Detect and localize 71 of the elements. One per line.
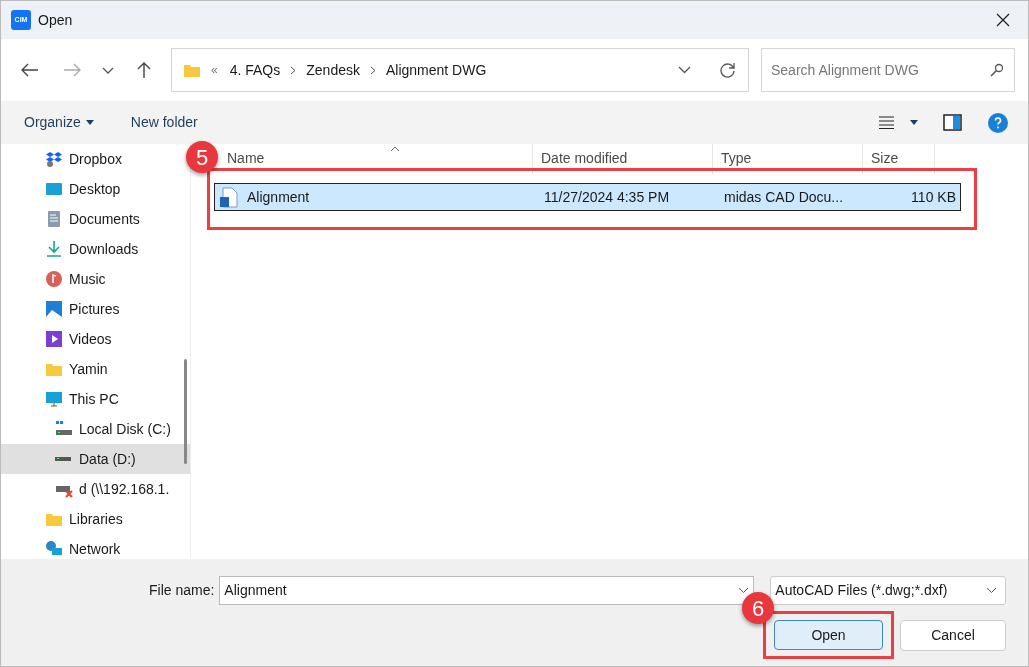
list-view-icon [879,116,894,129]
organize-button[interactable]: Organize [24,112,94,133]
sidebar-item[interactable]: This PC [1,384,190,414]
column-header[interactable]: Name [227,148,265,169]
sort-caret-icon [390,146,400,152]
desktop-icon [45,180,63,198]
forward-arrow-icon [63,63,81,77]
breadcrumb-item[interactable]: 4. FAQs [229,59,281,81]
caret-icon [85,120,94,125]
caret-icon [910,120,918,125]
search-icon [990,63,1004,77]
document-icon [45,210,63,228]
sidebar-item[interactable]: Desktop [1,174,190,204]
sidebar-item[interactable]: Videos [1,324,190,354]
drive-icon [55,457,71,461]
picture-icon [45,300,63,318]
chevron-down-icon [102,66,114,74]
scrollbar-thumb[interactable] [184,359,187,464]
drive-icon [55,420,73,438]
column-header[interactable]: Size [871,148,899,169]
monitor-icon [45,390,63,408]
back-arrow-icon [21,63,39,77]
view-options-button[interactable] [879,116,918,129]
step-badge: 6 [742,592,774,624]
file-name-label: File name: [149,580,215,600]
window-title: Open [38,10,73,30]
chevron-down-icon [678,66,691,74]
chevron-down-icon [738,586,750,594]
breadcrumb-item[interactable]: Alignment DWG [385,59,487,81]
date-modified: 11/27/2024 4:35 PM [543,187,671,207]
chevron-right-icon [369,65,376,75]
file-row[interactable]: Alignment 11/27/2024 4:35 PM midas CAD Docu... 110 KB [214,183,961,211]
sidebar-item[interactable]: Network [1,534,190,564]
close-icon [996,13,1010,27]
sidebar-item[interactable]: Documents [1,204,190,234]
step-badge: 5 [186,141,218,173]
sidebar-item[interactable]: Data (D:) [1,444,190,474]
file-name: Alignment [247,187,310,207]
sidebar-item[interactable]: Pictures [1,294,190,324]
breadcrumb-item[interactable]: Zendesk [306,59,360,81]
column-header[interactable]: Date modified [541,148,628,169]
address-bar[interactable]: « 4. FAQs Zendesk Alignment DWG [171,48,749,92]
file-type: midas CAD Docu... [723,187,845,207]
new-folder-button[interactable]: New folder [130,112,198,133]
up-arrow-icon [136,61,152,79]
refresh-icon [719,61,736,79]
file-size: 110 KB [910,187,957,207]
chevron-down-icon [986,586,997,594]
preview-pane-button[interactable] [943,114,962,131]
sidebar-item[interactable]: Local Disk (C:) [1,414,190,444]
chevron-right-icon [290,65,297,75]
file-name-field[interactable]: Alignment [219,575,755,605]
search-field[interactable]: Search Alignment DWG [761,48,1015,92]
help-button[interactable] [988,112,1008,133]
sidebar-item[interactable]: Yamin [1,354,190,384]
cad-file-icon [219,186,239,208]
column-header[interactable]: Type [721,148,752,169]
file-type-dropdown[interactable]: AutoCAD Files (*.dwg;*.dxf) [770,575,1006,605]
sidebar-item[interactable]: Downloads [1,234,190,264]
music-icon [45,270,63,288]
cancel-button[interactable]: Cancel [900,619,1006,651]
open-button[interactable]: Open [774,620,883,650]
sidebar-item[interactable]: Libraries [1,504,190,534]
preview-pane-icon [943,114,962,131]
network-icon [45,540,63,558]
download-icon [45,240,63,258]
sidebar-item[interactable]: Music [1,264,190,294]
dropbox-icon [45,150,63,168]
video-icon [45,330,63,348]
overflow-marker: « [211,62,218,79]
sidebar-item[interactable]: d (\\192.168.1. [1,474,190,504]
